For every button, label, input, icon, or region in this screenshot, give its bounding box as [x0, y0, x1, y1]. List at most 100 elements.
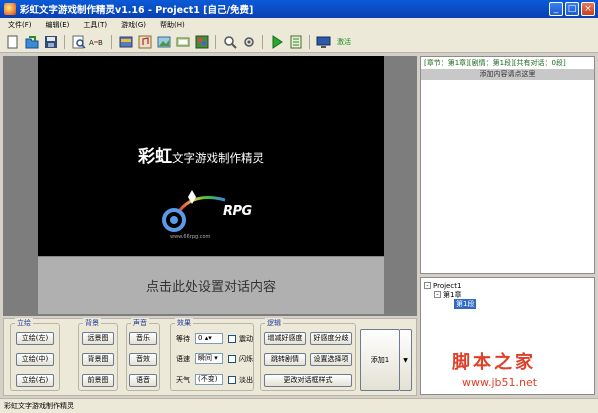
rainbow-logo-icon: www.66rpg.com	[162, 190, 226, 240]
app-icon	[4, 3, 16, 15]
dialog-placeholder: 点击此处设置对话内容	[145, 280, 276, 295]
group-title: 立绘	[15, 318, 33, 328]
game-preview: 彩虹文字游戏制作精灵 www.66rpg.com RPG 点击此处设置对话内容	[38, 56, 384, 314]
dialog-list-panel: [章节：第1章][剧情：第1段][共有对话：0段] 添加内容请点这里	[420, 56, 595, 274]
minimize-button[interactable]: _	[549, 2, 563, 16]
export-icon	[290, 35, 301, 49]
sound-effect-button[interactable]: 音效	[129, 353, 157, 366]
command-panel: 立绘 立绘(左) 立绘(中) 立绘(右) 背景 远景图 背景图 前景图 声音 音…	[3, 318, 417, 396]
dialog-box[interactable]: 点击此处设置对话内容	[38, 256, 384, 314]
menu-help[interactable]: 帮助(H)	[160, 20, 185, 30]
activate-label[interactable]: 激活	[337, 37, 351, 47]
title-bar: 彩虹文字游戏制作精灵v1.16 - Project1 [自己/免费] _ □ ×	[0, 0, 598, 18]
flash-label: 闪烁	[239, 355, 253, 363]
toolbar-separator	[309, 35, 310, 49]
status-bar: 彩虹文字游戏制作精灵	[0, 398, 598, 413]
weather-select[interactable]: (不变)	[195, 374, 223, 385]
add-command-button[interactable]: 添加1	[360, 329, 400, 391]
run-button[interactable]	[268, 34, 285, 50]
window-title: 彩虹文字游戏制作精灵v1.16 - Project1 [自己/免费]	[20, 5, 254, 16]
speed-select[interactable]: 瞬间 ▾	[195, 353, 223, 364]
set-choice-button[interactable]: 设置选择项	[310, 353, 352, 366]
run-icon	[272, 35, 283, 49]
tree-item-chapter[interactable]: - 第1章	[424, 290, 594, 299]
collapse-icon[interactable]: -	[434, 291, 441, 298]
open-button[interactable]	[23, 34, 40, 50]
group-title: 声音	[131, 318, 149, 328]
fade-checkbox[interactable]	[228, 376, 236, 384]
chapter-status: [章节：第1章][剧情：第1段][共有对话：0段]	[424, 59, 566, 67]
settings-button[interactable]	[240, 34, 257, 50]
close-button[interactable]: ×	[581, 2, 595, 16]
wait-input[interactable]: 0 ▴▾	[195, 333, 223, 344]
paint-icon	[195, 35, 208, 49]
find-button[interactable]	[70, 34, 87, 50]
change-dialog-style-button[interactable]: 更改对话框样式	[264, 374, 352, 387]
new-file-icon	[7, 35, 18, 49]
rpg-logo-text: RPG	[223, 204, 252, 219]
toolbar-separator	[64, 35, 65, 49]
collapse-icon[interactable]: -	[424, 282, 431, 289]
logo-sub: 文字游戏制作精灵	[172, 151, 264, 165]
menu-game[interactable]: 游戏(G)	[121, 20, 146, 30]
chevron-down-icon: ▼	[403, 356, 408, 364]
speed-label: 语速	[176, 355, 190, 363]
replace-icon: AB	[89, 39, 103, 47]
background-button[interactable]: 背景图	[82, 353, 114, 366]
window-controls: _ □ ×	[549, 2, 595, 16]
status-text: 彩虹文字游戏制作精灵	[4, 402, 74, 410]
image-icon	[157, 36, 170, 48]
watermark: 脚本之家 www.jb51.net	[452, 348, 592, 398]
portrait-center-button[interactable]: 立绘(中)	[16, 353, 54, 366]
tree-label: Project1	[433, 281, 462, 290]
save-button[interactable]	[42, 34, 59, 50]
maximize-button[interactable]: □	[565, 2, 579, 16]
voice-button[interactable]: 语音	[129, 374, 157, 387]
distant-bg-button[interactable]: 远景图	[82, 332, 114, 345]
export-button[interactable]	[287, 34, 304, 50]
monitor-button[interactable]	[315, 34, 332, 50]
window-icon	[176, 37, 189, 47]
background-group: 背景 远景图 背景图 前景图	[78, 318, 118, 391]
flash-checkbox[interactable]	[228, 355, 236, 363]
music-cmd-button[interactable]: 音乐	[129, 332, 157, 345]
foreground-button[interactable]: 前景图	[82, 374, 114, 387]
logo-main: 彩虹	[138, 147, 172, 167]
logic-group: 逻辑 增减好感度 好感度分歧 跳转剧情 设置选择项 更改对话框样式	[260, 318, 356, 391]
menu-edit[interactable]: 编辑(E)	[46, 20, 70, 30]
svg-text:B: B	[98, 39, 103, 47]
zoom-button[interactable]	[221, 34, 238, 50]
menu-file[interactable]: 文件(F)	[8, 20, 32, 30]
window-button[interactable]	[174, 34, 191, 50]
logo-title: 彩虹文字游戏制作精灵	[138, 142, 264, 167]
svg-text:www.66rpg.com: www.66rpg.com	[170, 234, 211, 240]
watermark-url: www.jb51.net	[462, 376, 538, 389]
add-dropdown-button[interactable]: ▼	[400, 329, 412, 391]
scene-button[interactable]	[117, 34, 134, 50]
music-button[interactable]	[136, 34, 153, 50]
tree-item-section[interactable]: 第1段	[424, 298, 594, 309]
group-title: 效果	[175, 318, 193, 328]
menu-bar: 文件(F) 编辑(E) 工具(T) 游戏(G) 帮助(H)	[0, 18, 598, 32]
watermark-cn: 脚本之家	[452, 352, 536, 373]
portrait-left-button[interactable]: 立绘(左)	[16, 332, 54, 345]
shake-checkbox[interactable]	[228, 335, 236, 343]
affection-change-button[interactable]: 增减好感度	[264, 332, 306, 345]
svg-text:A: A	[89, 39, 94, 47]
weather-label: 天气	[176, 376, 190, 384]
group-title: 逻辑	[265, 318, 283, 328]
add-command-label: 添加1	[370, 356, 390, 364]
new-file-button[interactable]	[4, 34, 21, 50]
music-icon	[138, 35, 151, 49]
scene-icon	[119, 36, 132, 48]
stage-area: 彩虹文字游戏制作精灵 www.66rpg.com RPG 点击此处设置对话内容	[3, 56, 417, 316]
add-content-button[interactable]: 添加内容请点这里	[421, 69, 594, 80]
jump-plot-button[interactable]: 跳转剧情	[264, 353, 306, 366]
replace-button[interactable]: AB	[89, 34, 106, 50]
image-button[interactable]	[155, 34, 172, 50]
menu-tools[interactable]: 工具(T)	[83, 20, 107, 30]
affection-branch-button[interactable]: 好感度分歧	[310, 332, 352, 345]
portrait-right-button[interactable]: 立绘(右)	[16, 374, 54, 387]
paint-button[interactable]	[193, 34, 210, 50]
monitor-icon	[316, 36, 331, 48]
